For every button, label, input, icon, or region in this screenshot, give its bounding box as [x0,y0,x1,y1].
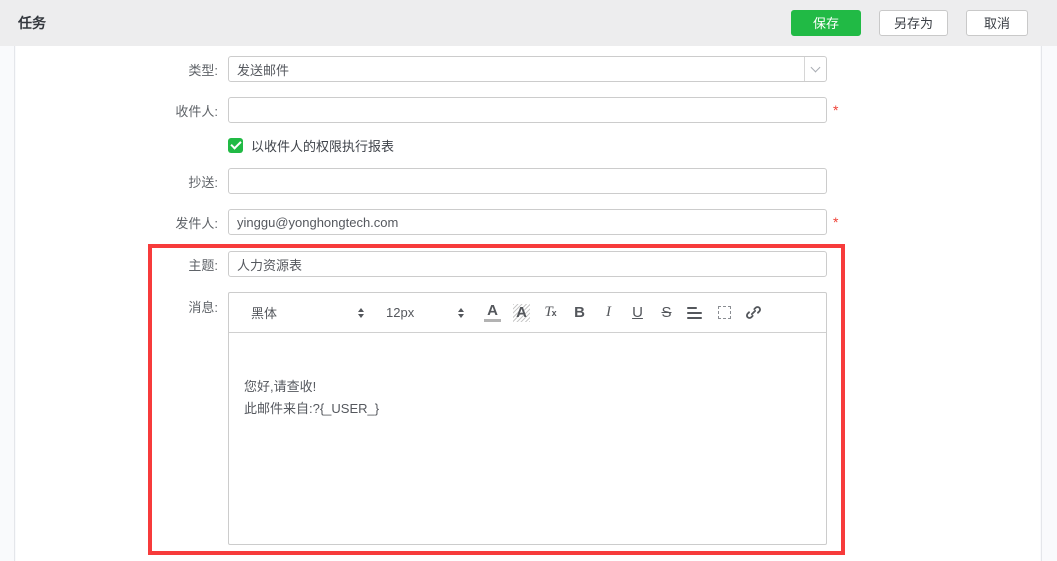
clear-format-icon[interactable]: Tx [542,303,559,323]
cc-row: 抄送: [16,168,827,194]
editor-toolbar: 黑体 12px A A Tx B I U S [229,293,826,333]
left-gutter [0,46,15,561]
strikethrough-icon[interactable]: S [658,303,675,323]
save-button[interactable]: 保存 [790,10,861,36]
align-icon[interactable] [687,303,704,323]
format-buttons: A A Tx B I U S [484,303,762,323]
save-as-button[interactable]: 另存为 [878,10,948,36]
cc-input[interactable] [228,168,827,194]
type-select-dropdown-button[interactable] [804,57,826,81]
cancel-button[interactable]: 取消 [966,10,1028,36]
page-title: 任务 [18,15,46,31]
sender-row: 发件人: * [16,209,838,235]
recipient-required-asterisk: * [833,102,839,118]
type-select-value: 发送邮件 [237,62,290,78]
font-size-value: 12px [386,305,415,320]
message-line: 您好,请查收! [244,379,317,394]
header-bar: 任务 保存 另存为 取消 [0,0,1057,46]
message-editor: 黑体 12px A A Tx B I U S 您好,请查收! 此邮件来自:?{_… [228,292,827,545]
up-down-arrows-icon [358,307,364,318]
sender-required-asterisk: * [833,214,839,230]
underline-icon[interactable]: U [629,303,646,323]
dashed-box-icon[interactable] [716,303,733,323]
permission-checkbox-label: 以收件人的权限执行报表 [251,138,395,154]
permission-checkbox[interactable] [228,137,243,153]
chevron-down-icon [810,62,821,73]
font-family-value: 黑体 [251,306,278,321]
font-color-icon[interactable]: A [484,303,501,322]
recipient-input[interactable] [228,97,827,123]
type-select[interactable]: 发送邮件 [228,56,827,82]
type-label: 类型: [188,62,218,78]
subject-input[interactable] [228,251,827,277]
permission-checkbox-row: 以收件人的权限执行报表 [16,137,395,154]
message-line: 此邮件来自:?{_USER_} [244,401,380,416]
font-family-select[interactable]: 黑体 [251,303,364,322]
message-label: 消息: [188,300,218,315]
message-row: 消息: [16,292,218,316]
font-size-select[interactable]: 12px [386,305,464,320]
sender-label: 发件人: [175,215,218,231]
bold-icon[interactable]: B [571,303,588,323]
up-down-arrows-icon [458,307,464,318]
subject-label: 主题: [188,257,218,273]
header-buttons: 保存 另存为 取消 [790,10,1028,36]
highlight-color-icon[interactable]: A [513,303,530,322]
message-body[interactable]: 您好,请查收! 此邮件来自:?{_USER_} [229,333,826,545]
task-form-panel: 类型: 发送邮件 收件人: * 以收件人的权限执行报表 抄送: 发件人: * [16,46,1040,561]
type-row: 类型: 发送邮件 [16,56,827,82]
link-icon[interactable] [745,303,762,323]
recipient-label: 收件人: [175,103,218,119]
cc-label: 抄送: [188,174,218,190]
subject-row: 主题: [16,251,827,277]
sender-input[interactable] [228,209,827,235]
recipient-row: 收件人: * [16,97,838,123]
italic-icon[interactable]: I [600,303,617,323]
right-gutter [1041,46,1057,561]
